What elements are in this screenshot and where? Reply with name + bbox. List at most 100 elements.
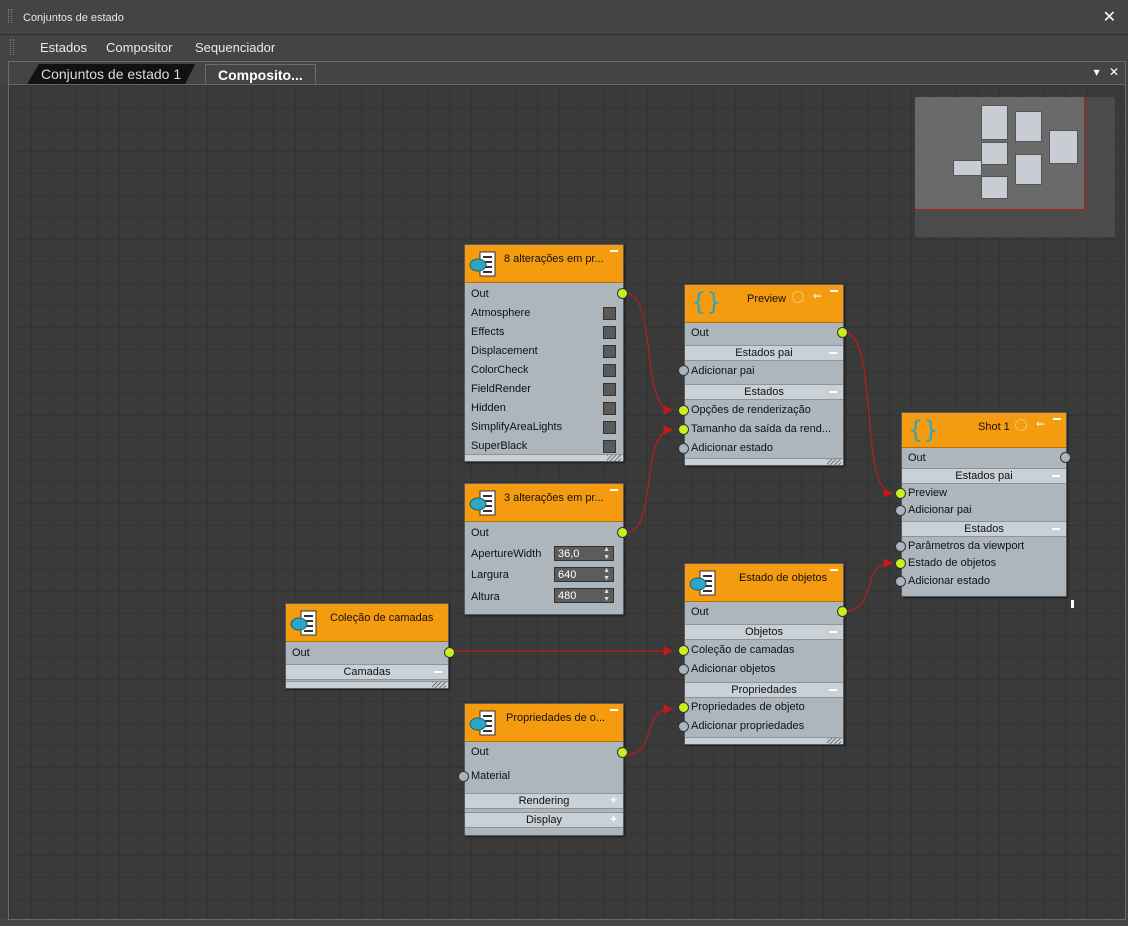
tab-dropdown-icon[interactable]: ▾ bbox=[1094, 65, 1100, 79]
node-header[interactable]: 8 alterações em pr... bbox=[465, 245, 623, 283]
resize-grip[interactable] bbox=[607, 455, 621, 461]
input-port[interactable] bbox=[678, 424, 689, 435]
node-header[interactable]: Propriedades de o... bbox=[465, 704, 623, 742]
collapse-icon[interactable] bbox=[610, 709, 618, 711]
disable-icon[interactable] bbox=[792, 291, 804, 303]
menu-grip[interactable] bbox=[10, 39, 14, 55]
wire-props-to-objects bbox=[624, 704, 674, 756]
material-port[interactable] bbox=[458, 771, 469, 782]
node-layer-collection[interactable]: Coleção de camadas Out Camadas bbox=[285, 603, 455, 689]
section-parents[interactable]: Estados pai bbox=[685, 345, 843, 361]
resize-grip[interactable] bbox=[432, 682, 446, 688]
out-port[interactable] bbox=[837, 606, 848, 617]
add-objects-port[interactable] bbox=[678, 664, 689, 675]
node-header[interactable]: 3 alterações em pr... bbox=[465, 484, 623, 522]
section-display[interactable]: Display + bbox=[465, 812, 623, 828]
collapse-icon[interactable] bbox=[610, 489, 618, 491]
node-title: Shot 1 bbox=[978, 421, 1010, 433]
collapse-icon[interactable] bbox=[830, 569, 838, 571]
wire-camera-to-preview bbox=[624, 425, 674, 534]
option-label: Atmosphere bbox=[471, 307, 531, 319]
param-spinner[interactable]: 36,0 ▲ ▼ bbox=[554, 546, 614, 561]
window-title: Conjuntos de estado bbox=[23, 12, 124, 24]
pin-icon[interactable]: ⇐ bbox=[1036, 419, 1044, 430]
option-checkbox[interactable] bbox=[603, 345, 616, 358]
out-port[interactable] bbox=[444, 647, 455, 658]
state-port[interactable] bbox=[895, 558, 906, 569]
disable-icon[interactable] bbox=[1015, 419, 1027, 431]
menu-sequenciador[interactable]: Sequenciador bbox=[195, 40, 275, 55]
menu-compositor[interactable]: Compositor bbox=[106, 40, 172, 55]
clipboard-list-icon bbox=[469, 490, 496, 516]
node-object-properties[interactable]: Propriedades de o... Out Material Render… bbox=[458, 703, 628, 836]
section-parents[interactable]: Estados pai bbox=[902, 468, 1066, 484]
resize-grip[interactable] bbox=[827, 738, 841, 744]
minimap[interactable] bbox=[915, 97, 1115, 237]
pin-icon[interactable]: ⇐ bbox=[813, 291, 821, 302]
out-port[interactable] bbox=[617, 527, 628, 538]
menu-estados[interactable]: Estados bbox=[40, 40, 87, 55]
out-label: Out bbox=[292, 647, 310, 659]
option-checkbox[interactable] bbox=[603, 326, 616, 339]
node-object-state[interactable]: Estado de objetos Out Objetos Coleção de… bbox=[678, 563, 848, 745]
option-label: SimplifyAreaLights bbox=[471, 421, 563, 433]
node-title: 3 alterações em pr... bbox=[504, 492, 604, 504]
collapse-icon[interactable] bbox=[610, 250, 618, 252]
out-port[interactable] bbox=[617, 747, 628, 758]
add-parent-port[interactable] bbox=[678, 365, 689, 376]
node-header[interactable]: {} Shot 1 ⇐ bbox=[902, 413, 1066, 448]
out-label: Out bbox=[908, 452, 926, 464]
minimap-node bbox=[953, 160, 982, 176]
wire-render-to-preview bbox=[624, 292, 674, 415]
node-camera-changes[interactable]: 3 alterações em pr... Out ApertureWidth … bbox=[464, 483, 628, 615]
add-parent-port[interactable] bbox=[895, 505, 906, 516]
add-state-port[interactable] bbox=[678, 443, 689, 454]
parent-port[interactable] bbox=[895, 488, 906, 499]
section-states[interactable]: Estados bbox=[902, 521, 1066, 537]
tab-close-icon[interactable]: ✕ bbox=[1109, 65, 1119, 79]
option-label: Effects bbox=[471, 326, 505, 338]
input-port[interactable] bbox=[678, 405, 689, 416]
option-checkbox[interactable] bbox=[603, 421, 616, 434]
option-checkbox[interactable] bbox=[603, 307, 616, 320]
node-header[interactable]: Estado de objetos bbox=[685, 564, 843, 602]
tab-state-sets-1[interactable]: Conjuntos de estado 1 bbox=[27, 64, 195, 84]
close-window-button[interactable]: ✕ bbox=[1103, 7, 1116, 27]
option-checkbox[interactable] bbox=[603, 364, 616, 377]
option-checkbox[interactable] bbox=[603, 440, 616, 453]
section-layers[interactable]: Camadas bbox=[286, 664, 448, 680]
node-shot1[interactable]: {} Shot 1 ⇐ Out Estados pai Preview Adic… bbox=[895, 412, 1071, 597]
node-render-changes[interactable]: 8 alterações em pr... Out Atmosphere Eff… bbox=[464, 244, 628, 462]
compositor-canvas[interactable]: 8 alterações em pr... Out Atmosphere Eff… bbox=[8, 84, 1126, 920]
section-properties[interactable]: Propriedades bbox=[685, 682, 843, 698]
out-port[interactable] bbox=[1060, 452, 1071, 463]
section-rendering[interactable]: Rendering + bbox=[465, 793, 623, 809]
state-port[interactable] bbox=[895, 541, 906, 552]
option-checkbox[interactable] bbox=[603, 402, 616, 415]
section-states[interactable]: Estados bbox=[685, 384, 843, 400]
node-preview[interactable]: {} Preview ⇐ Out Estados pai Adicionar p… bbox=[678, 284, 848, 466]
drag-handle[interactable] bbox=[8, 9, 12, 23]
props-port[interactable] bbox=[678, 702, 689, 713]
collapse-icon[interactable] bbox=[1053, 418, 1061, 420]
out-port[interactable] bbox=[617, 288, 628, 299]
section-objects[interactable]: Objetos bbox=[685, 624, 843, 640]
option-label: Hidden bbox=[471, 402, 506, 414]
option-checkbox[interactable] bbox=[603, 383, 616, 396]
out-port[interactable] bbox=[837, 327, 848, 338]
clipboard-list-icon bbox=[689, 570, 716, 596]
minimap-node bbox=[1015, 154, 1042, 185]
tab-compositor[interactable]: Composito... bbox=[205, 64, 316, 85]
out-label: Out bbox=[471, 288, 489, 300]
param-spinner[interactable]: 640 ▲ ▼ bbox=[554, 567, 614, 582]
param-spinner[interactable]: 480 ▲ ▼ bbox=[554, 588, 614, 603]
collapse-icon[interactable] bbox=[830, 290, 838, 292]
parent-label: Preview bbox=[908, 487, 948, 499]
objects-port[interactable] bbox=[678, 645, 689, 656]
add-props-port[interactable] bbox=[678, 721, 689, 732]
resize-grip[interactable] bbox=[827, 459, 841, 465]
props-label: Propriedades de objeto bbox=[691, 701, 805, 713]
node-header[interactable]: {} Preview ⇐ bbox=[685, 285, 843, 323]
node-header[interactable]: Coleção de camadas bbox=[286, 604, 448, 642]
add-state-port[interactable] bbox=[895, 576, 906, 587]
